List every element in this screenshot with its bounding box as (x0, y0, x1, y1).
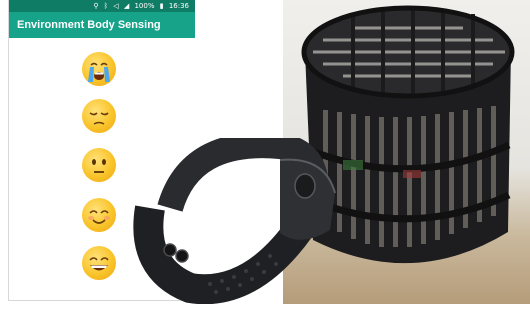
pensive-face-icon[interactable] (82, 99, 116, 133)
smiling-face-icon[interactable] (82, 198, 116, 232)
battery-percent: 100% (134, 2, 155, 10)
neutral-face-icon[interactable] (82, 148, 116, 182)
wristband-photo (130, 132, 340, 305)
battery-icon: ▮ (159, 2, 164, 10)
status-bar: ⚲ ᛒ ◁ ◢ 100% ▮ 16:36 (9, 0, 195, 12)
bluetooth-icon: ᛒ (103, 2, 108, 10)
app-title: Environment Body Sensing (9, 12, 195, 38)
location-icon: ⚲ (93, 2, 99, 10)
crying-face-icon[interactable] (82, 52, 116, 86)
clock: 16:36 (168, 2, 189, 10)
signal-icon: ◢ (123, 2, 130, 10)
mute-icon: ◁ (113, 2, 119, 10)
grinning-face-icon[interactable] (82, 246, 116, 280)
